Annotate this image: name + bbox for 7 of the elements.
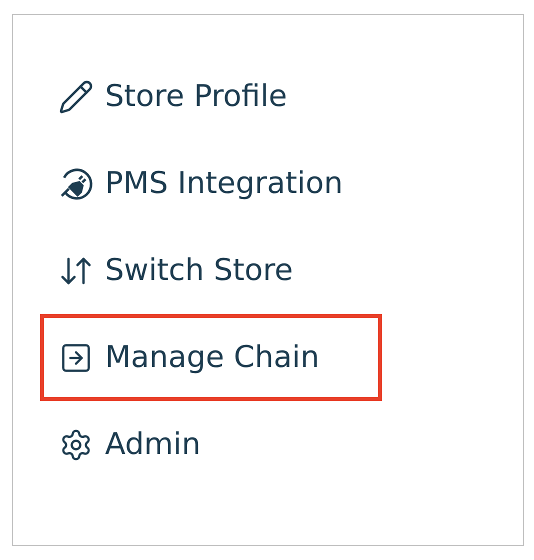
- menu-item[interactable]: Switch Store: [55, 252, 294, 288]
- menu-item[interactable]: PMS Integration: [55, 164, 343, 202]
- menu-item[interactable]: Admin: [55, 427, 201, 462]
- menu-item[interactable]: Store Profile: [55, 78, 288, 114]
- pencil-icon: [58, 78, 94, 114]
- menu-item[interactable]: Manage Chain: [55, 340, 320, 375]
- settings-icon: [59, 428, 93, 462]
